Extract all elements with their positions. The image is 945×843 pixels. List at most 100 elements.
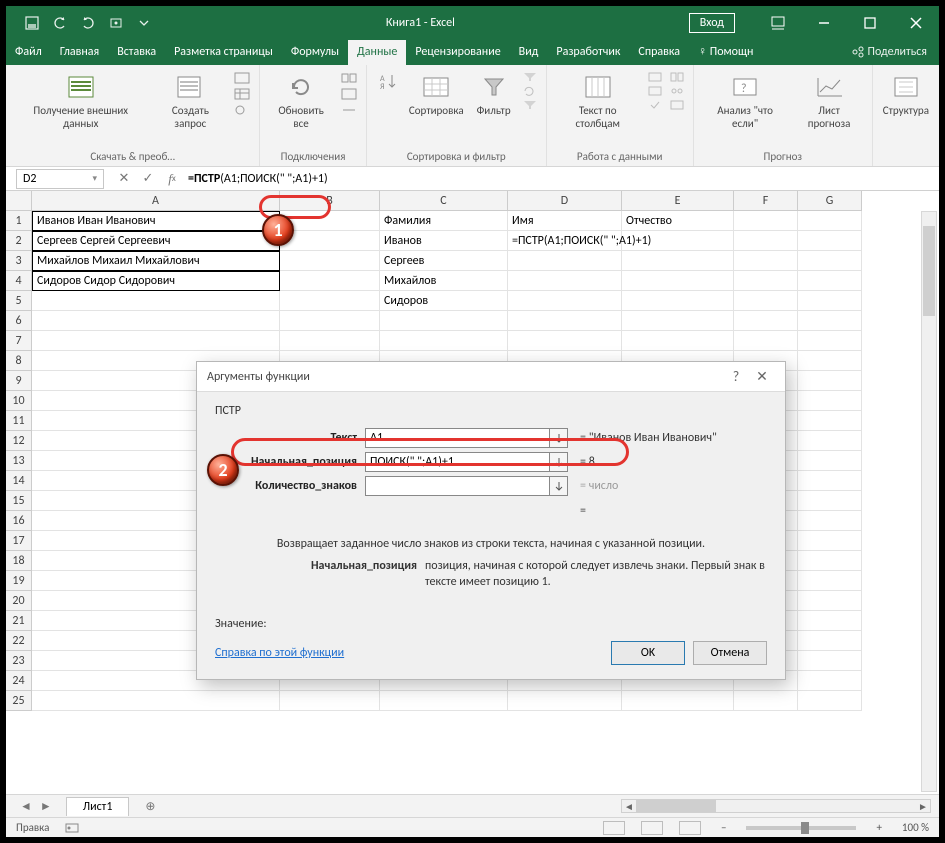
sort-az-button[interactable]: AЯ — [373, 69, 403, 93]
row-header[interactable]: 18 — [6, 551, 32, 571]
cell-F6[interactable] — [734, 311, 798, 331]
cell-B5[interactable] — [280, 291, 380, 311]
cell-C7[interactable] — [380, 331, 508, 351]
tab-home[interactable]: Главная — [51, 40, 108, 65]
row-header[interactable]: 12 — [6, 431, 32, 451]
cell-D2[interactable]: =ПСТР(A1;ПОИСК(" ";A1)+1) — [508, 231, 622, 251]
cell-F7[interactable] — [734, 331, 798, 351]
row-header[interactable]: 22 — [6, 631, 32, 651]
cell-F3[interactable] — [734, 251, 798, 271]
new-sheet-button[interactable]: ⊕ — [139, 795, 161, 817]
cell-C25[interactable] — [380, 691, 508, 711]
row-header[interactable]: 6 — [6, 311, 32, 331]
sheet-tab[interactable]: Лист1 — [66, 797, 130, 816]
cell-B25[interactable] — [280, 691, 380, 711]
row-header[interactable]: 11 — [6, 411, 32, 431]
row-header[interactable]: 21 — [6, 611, 32, 631]
arg-numchars-input[interactable] — [365, 476, 550, 496]
cell-D3[interactable] — [508, 251, 622, 271]
share-button[interactable]: Поделиться — [840, 45, 939, 59]
cell-G5[interactable] — [798, 291, 862, 311]
cell-F2[interactable] — [734, 231, 798, 251]
row-header[interactable]: 1 — [6, 211, 32, 231]
qat-custom-icon[interactable] — [136, 15, 152, 31]
row-header[interactable]: 13 — [6, 451, 32, 471]
row-header[interactable]: 2 — [6, 231, 32, 251]
cell-B7[interactable] — [280, 331, 380, 351]
manage-data-model-button[interactable] — [667, 99, 687, 111]
refresh-all-button[interactable]: Обновить все — [266, 69, 336, 132]
row-header[interactable]: 19 — [6, 571, 32, 591]
cell-A5[interactable] — [32, 291, 280, 311]
text-to-columns-button[interactable]: Текст по столбцам — [553, 69, 643, 132]
cell-G13[interactable] — [798, 451, 862, 471]
cell-B4[interactable] — [280, 271, 380, 291]
row-header[interactable]: 25 — [6, 691, 32, 711]
cell-G17[interactable] — [798, 531, 862, 551]
row-header[interactable]: 14 — [6, 471, 32, 491]
formula-input[interactable]: =ПСТР(A1;ПОИСК(" ";A1)+1) — [184, 172, 939, 186]
cell-E1[interactable]: Отчество — [622, 211, 734, 231]
arg-start-input[interactable]: ПОИСК(" ";A1)+1 — [365, 452, 550, 472]
cell-G23[interactable] — [798, 651, 862, 671]
cell-G7[interactable] — [798, 331, 862, 351]
cell-G15[interactable] — [798, 491, 862, 511]
macro-record-icon[interactable] — [65, 822, 79, 834]
flash-fill-button[interactable] — [645, 71, 665, 83]
sheet-nav-prev-icon[interactable]: ◄ — [20, 799, 32, 814]
page-layout-view-button[interactable] — [641, 821, 663, 835]
function-help-link[interactable]: Справка по этой функции — [215, 646, 344, 660]
cell-B3[interactable] — [280, 251, 380, 271]
row-header[interactable]: 10 — [6, 391, 32, 411]
tell-me[interactable]: ♀ Помощн — [689, 39, 762, 65]
row-header[interactable]: 3 — [6, 251, 32, 271]
cell-C2[interactable]: Иванов — [380, 231, 508, 251]
cell-G4[interactable] — [798, 271, 862, 291]
row-header[interactable]: 20 — [6, 591, 32, 611]
cell-G9[interactable] — [798, 371, 862, 391]
tab-review[interactable]: Рецензирование — [406, 40, 509, 65]
clear-filter-button[interactable] — [520, 71, 540, 83]
tab-formulas[interactable]: Формулы — [282, 40, 348, 65]
cell-G14[interactable] — [798, 471, 862, 491]
forecast-sheet-button[interactable]: Лист прогноза — [792, 69, 865, 132]
cell-E25[interactable] — [622, 691, 734, 711]
name-box[interactable]: D2▾ — [16, 169, 104, 189]
maximize-button[interactable] — [847, 6, 893, 39]
col-header[interactable]: A — [32, 191, 280, 211]
new-query-button[interactable]: Создать запрос — [151, 69, 229, 132]
show-queries-button[interactable] — [231, 71, 253, 85]
close-button[interactable] — [893, 6, 939, 39]
cell-G6[interactable] — [798, 311, 862, 331]
row-header[interactable]: 8 — [6, 351, 32, 371]
select-all-corner[interactable] — [6, 191, 32, 211]
arg-text-input[interactable]: A1 — [365, 428, 550, 448]
cell-G18[interactable] — [798, 551, 862, 571]
cell-G11[interactable] — [798, 411, 862, 431]
from-table-button[interactable] — [231, 87, 253, 101]
cell-A1[interactable]: Иванов Иван Иванович — [32, 211, 280, 231]
enter-formula-icon[interactable]: ✓ — [136, 171, 160, 186]
cell-G8[interactable] — [798, 351, 862, 371]
cell-G19[interactable] — [798, 571, 862, 591]
outline-button[interactable]: Структура — [879, 69, 933, 120]
tab-data[interactable]: Данные — [348, 40, 406, 65]
cell-D7[interactable] — [508, 331, 622, 351]
cell-C3[interactable]: Сергеев — [380, 251, 508, 271]
get-external-data-button[interactable]: Получение внешних данных — [12, 69, 149, 132]
data-validation-button[interactable] — [645, 99, 665, 111]
cell-A4[interactable]: Сидоров Сидор Сидорович — [32, 271, 280, 291]
normal-view-button[interactable] — [603, 821, 625, 835]
cell-E5[interactable] — [622, 291, 734, 311]
cell-D1[interactable]: Имя — [508, 211, 622, 231]
signin-button[interactable]: Вход — [689, 13, 735, 33]
save-icon[interactable] — [24, 15, 40, 31]
cell-D5[interactable] — [508, 291, 622, 311]
relationships-button[interactable] — [667, 85, 687, 97]
cell-B2[interactable] — [280, 231, 380, 251]
cell-G2[interactable] — [798, 231, 862, 251]
cell-G22[interactable] — [798, 631, 862, 651]
cell-G1[interactable] — [798, 211, 862, 231]
dialog-help-icon[interactable]: ? — [723, 368, 749, 385]
cell-C5[interactable]: Сидоров — [380, 291, 508, 311]
